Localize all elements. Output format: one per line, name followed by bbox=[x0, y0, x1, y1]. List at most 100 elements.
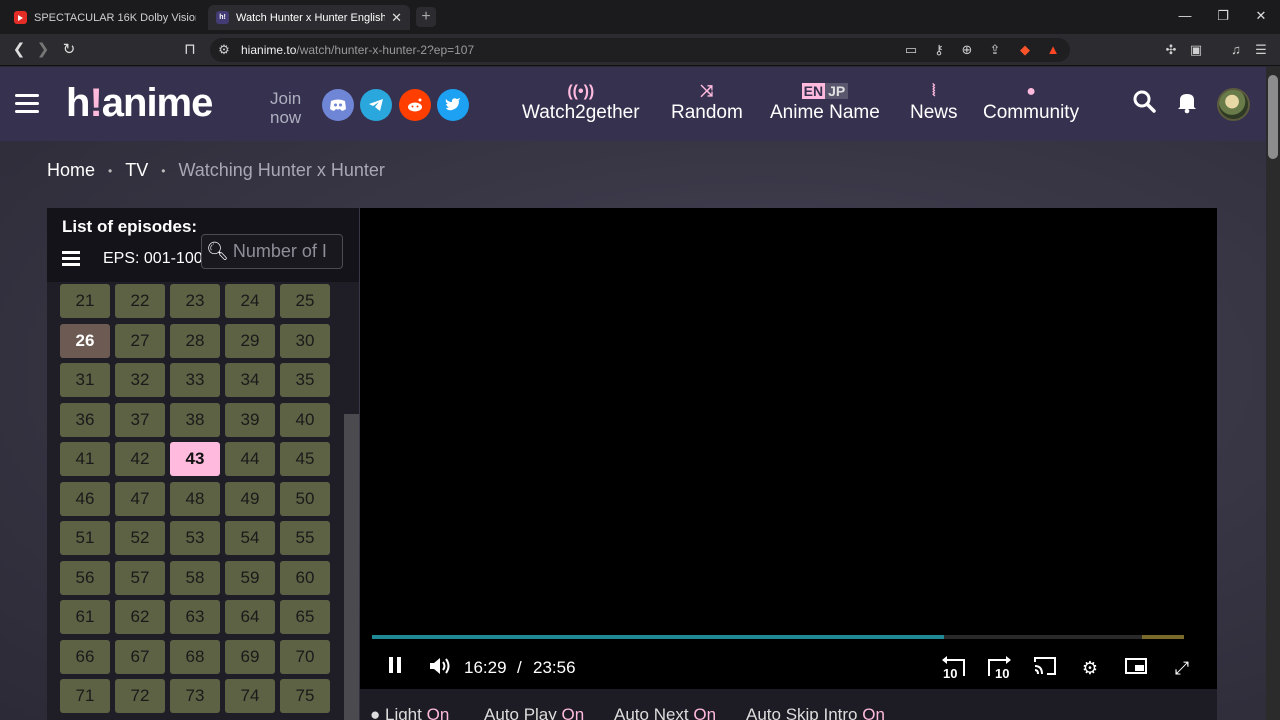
forward-10-icon[interactable]: 10 bbox=[985, 656, 1013, 681]
key-icon[interactable]: ⚷ bbox=[929, 40, 949, 60]
episode-button[interactable]: 46 bbox=[60, 481, 110, 516]
user-avatar[interactable] bbox=[1217, 88, 1250, 121]
picture-in-picture-icon[interactable] bbox=[1123, 656, 1149, 680]
pause-icon[interactable] bbox=[382, 656, 408, 680]
episode-button[interactable]: 73 bbox=[170, 679, 220, 713]
telegram-icon[interactable] bbox=[360, 89, 392, 121]
search-icon[interactable] bbox=[1132, 89, 1160, 117]
hamburger-menu-icon[interactable] bbox=[15, 94, 39, 114]
close-tab-icon[interactable]: ✕ bbox=[391, 10, 402, 26]
episode-button[interactable]: 42 bbox=[115, 442, 165, 476]
bookmark-icon[interactable]: ⊓ bbox=[179, 40, 201, 60]
episode-button[interactable]: 34 bbox=[225, 363, 275, 397]
episode-button[interactable]: 24 bbox=[225, 284, 275, 318]
episode-button[interactable]: 70 bbox=[280, 639, 330, 674]
discord-icon[interactable] bbox=[322, 89, 354, 121]
episode-button[interactable]: 49 bbox=[225, 481, 275, 516]
site-settings-icon[interactable]: ⚙ bbox=[214, 40, 234, 60]
episode-button[interactable]: 54 bbox=[225, 521, 275, 555]
episode-button[interactable]: 59 bbox=[225, 560, 275, 595]
browser-tab-youtube[interactable]: SPECTACULAR 16K Dolby Vision HDR bbox=[6, 5, 204, 30]
episode-button[interactable]: 67 bbox=[115, 639, 165, 674]
episode-button[interactable]: 23 bbox=[170, 284, 220, 318]
episode-button[interactable]: 66 bbox=[60, 639, 110, 674]
site-logo[interactable]: h!anime bbox=[66, 81, 213, 126]
share-icon[interactable]: ⇪ bbox=[985, 40, 1005, 60]
episode-button[interactable]: 40 bbox=[280, 402, 330, 437]
volume-icon[interactable] bbox=[427, 656, 453, 680]
episode-button[interactable]: 35 bbox=[280, 363, 330, 397]
episode-button[interactable]: 41 bbox=[60, 442, 110, 476]
browser-tab-hianime[interactable]: h! Watch Hunter x Hunter English S ✕ bbox=[208, 5, 410, 30]
episode-button[interactable]: 56 bbox=[60, 560, 110, 595]
scrollbar-thumb[interactable] bbox=[1268, 75, 1278, 159]
episode-button[interactable]: 72 bbox=[115, 679, 165, 713]
episode-button[interactable]: 33 bbox=[170, 363, 220, 397]
minimize-icon[interactable]: — bbox=[1166, 0, 1204, 32]
episode-button[interactable]: 28 bbox=[170, 323, 220, 358]
media-icon[interactable]: ♫ bbox=[1226, 40, 1246, 60]
episode-button[interactable]: 44 bbox=[225, 442, 275, 476]
episode-button[interactable]: 68 bbox=[170, 639, 220, 674]
episode-button[interactable]: 30 bbox=[280, 323, 330, 358]
nav-random[interactable]: ⤨ Random bbox=[671, 81, 743, 124]
episode-button[interactable]: 60 bbox=[280, 560, 330, 595]
episode-button[interactable]: 39 bbox=[225, 402, 275, 437]
episode-button[interactable]: 74 bbox=[225, 679, 275, 713]
episode-button[interactable]: 75 bbox=[280, 679, 330, 713]
restore-icon[interactable]: ❐ bbox=[1204, 0, 1242, 32]
episode-button[interactable]: 62 bbox=[115, 600, 165, 634]
episode-button[interactable]: 31 bbox=[60, 363, 110, 397]
episode-button[interactable]: 52 bbox=[115, 521, 165, 555]
episode-button[interactable]: 22 bbox=[115, 284, 165, 318]
brave-rewards-icon[interactable]: ▲ bbox=[1043, 40, 1063, 60]
episode-button[interactable]: 61 bbox=[60, 600, 110, 634]
episode-list-scrollbar[interactable] bbox=[344, 414, 359, 720]
episode-button[interactable]: 69 bbox=[225, 639, 275, 674]
notification-bell-icon[interactable] bbox=[1174, 89, 1202, 117]
nav-community[interactable]: ● Community bbox=[983, 81, 1079, 124]
nav-watch2gether[interactable]: ((•)) Watch2gether bbox=[522, 81, 640, 124]
breadcrumb-home[interactable]: Home bbox=[47, 160, 95, 181]
cast-icon[interactable] bbox=[1032, 656, 1058, 680]
episode-button[interactable]: 64 bbox=[225, 600, 275, 634]
episode-search-input[interactable]: 🔍︎ Number of I bbox=[201, 234, 343, 269]
back-icon[interactable]: ❮ bbox=[8, 40, 30, 60]
episode-button[interactable]: 71 bbox=[60, 679, 110, 713]
video-player[interactable]: 16:29 / 23:56 10 10 ⚙ ⤢ bbox=[360, 208, 1217, 689]
breadcrumb-section[interactable]: TV bbox=[125, 160, 148, 181]
progress-bar[interactable] bbox=[372, 635, 1184, 639]
episode-button[interactable]: 32 bbox=[115, 363, 165, 397]
episode-button[interactable]: 50 bbox=[280, 481, 330, 516]
cast-icon[interactable]: ▭ bbox=[901, 40, 921, 60]
episode-button[interactable]: 27 bbox=[115, 323, 165, 358]
episode-button[interactable]: 37 bbox=[115, 402, 165, 437]
episode-button[interactable]: 63 bbox=[170, 600, 220, 634]
brave-shields-icon[interactable]: ◆ bbox=[1015, 40, 1035, 60]
wallet-icon[interactable]: ▣ bbox=[1186, 40, 1206, 60]
episode-button[interactable]: 48 bbox=[170, 481, 220, 516]
auto-skip-intro-toggle[interactable]: Auto Skip Intro On bbox=[746, 705, 885, 720]
settings-gear-icon[interactable]: ⚙ bbox=[1077, 656, 1103, 680]
extensions-icon[interactable]: ✣ bbox=[1161, 40, 1181, 60]
episode-button[interactable]: 47 bbox=[115, 481, 165, 516]
episode-button[interactable]: 51 bbox=[60, 521, 110, 555]
episode-button[interactable]: 45 bbox=[280, 442, 330, 476]
reddit-icon[interactable] bbox=[399, 89, 431, 121]
page-scrollbar[interactable] bbox=[1266, 67, 1280, 720]
episode-range-select[interactable]: EPS: 001-100 bbox=[103, 250, 203, 268]
fullscreen-icon[interactable]: ⤢ bbox=[1169, 656, 1195, 680]
episode-button[interactable]: 55 bbox=[280, 521, 330, 555]
auto-play-toggle[interactable]: Auto Play On bbox=[484, 705, 584, 720]
nav-anime-name[interactable]: EN JP Anime Name bbox=[770, 81, 880, 124]
episode-button[interactable]: 25 bbox=[280, 284, 330, 318]
episode-button[interactable]: 21 bbox=[60, 284, 110, 318]
episode-button[interactable]: 26 bbox=[60, 323, 110, 358]
zoom-icon[interactable]: ⊕ bbox=[957, 40, 977, 60]
close-window-icon[interactable]: ✕ bbox=[1242, 0, 1280, 32]
episode-button[interactable]: 57 bbox=[115, 560, 165, 595]
reload-icon[interactable]: ↻ bbox=[58, 40, 80, 60]
episode-button[interactable]: 65 bbox=[280, 600, 330, 634]
twitter-icon[interactable] bbox=[437, 89, 469, 121]
rewind-10-icon[interactable]: 10 bbox=[940, 656, 968, 681]
